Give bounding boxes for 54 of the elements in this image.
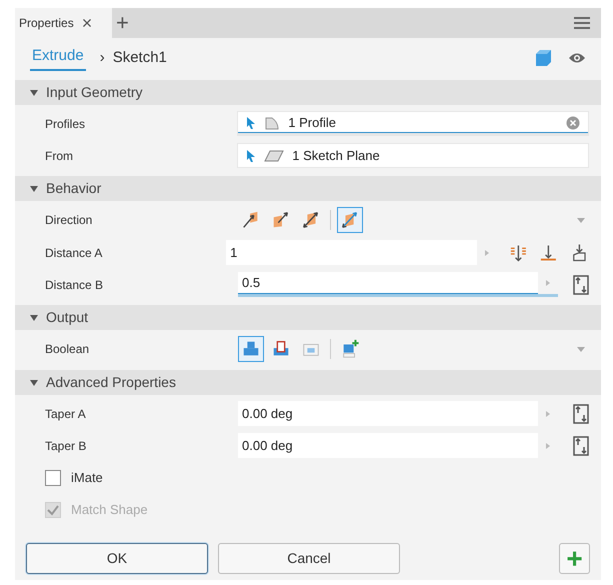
section-title: Output [46,308,88,327]
profile-shape-icon [264,116,280,130]
join-icon[interactable] [238,336,264,362]
expand-arrow-icon [30,314,38,322]
cursor-arrow-icon [246,148,256,162]
number-field[interactable]: 1 [226,240,497,265]
flip-icon[interactable] [573,436,589,456]
checkbox[interactable]: iMate [45,466,103,488]
section-title: Input Geometry [46,83,142,102]
dropdown-caret-icon[interactable] [577,346,585,352]
flip-icon[interactable] [573,404,589,424]
field-label: Taper A [45,406,87,422]
check-icon [47,504,59,516]
add-tab-icon[interactable]: + [116,12,129,34]
field-label: Distance A [45,244,104,262]
number-field[interactable]: 0.00 deg [238,401,558,426]
chevron-icon: › [100,46,105,70]
field-label: Boolean [45,341,90,358]
section-title: Advanced Properties [46,373,176,392]
selection-field[interactable]: 1 Profile [237,111,589,136]
menu-icon[interactable] [573,16,591,30]
clear-icon[interactable] [566,116,580,130]
section-title: Behavior [46,179,102,198]
number-field[interactable]: 0.00 deg [238,433,558,458]
expand-arrow-icon [30,184,38,192]
dropdown-caret-icon[interactable] [577,218,585,222]
selection-field[interactable]: 1 Sketch Plane [237,143,589,168]
section-header[interactable]: Advanced Properties [15,370,601,395]
section-header[interactable]: Input Geometry [15,80,601,105]
plane-icon [264,150,284,162]
properties-tab[interactable]: Properties × [15,8,112,38]
field-label: Direction [45,212,94,229]
field-label: Taper B [45,438,88,454]
field-label: Distance B [45,276,104,294]
checkbox: Match Shape [45,498,148,520]
cursor-arrow-icon [246,116,256,130]
field-label: From [45,148,74,164]
field-value: 1 Profile [288,114,337,132]
distance-lines-icon[interactable] [508,242,528,262]
close-icon[interactable]: × [82,14,92,32]
to-surface-icon[interactable] [539,242,558,262]
number-field[interactable]: 0.5 [238,272,558,297]
eye-icon[interactable] [568,52,586,64]
cancel-button[interactable]: Cancel [218,543,400,574]
section-header[interactable]: Output [15,305,601,330]
field-label: Profiles [45,116,86,132]
field-value: 1 Sketch Plane [292,146,381,165]
ok-button[interactable]: OK [26,543,208,574]
flip-icon[interactable] [573,274,589,294]
section-header[interactable]: Behavior [15,176,601,201]
cube-icon[interactable] [534,49,552,67]
expand-arrow-icon [30,88,38,96]
expand-arrow-icon [30,378,38,386]
breadcrumb-current: Sketch1 [112,48,167,68]
